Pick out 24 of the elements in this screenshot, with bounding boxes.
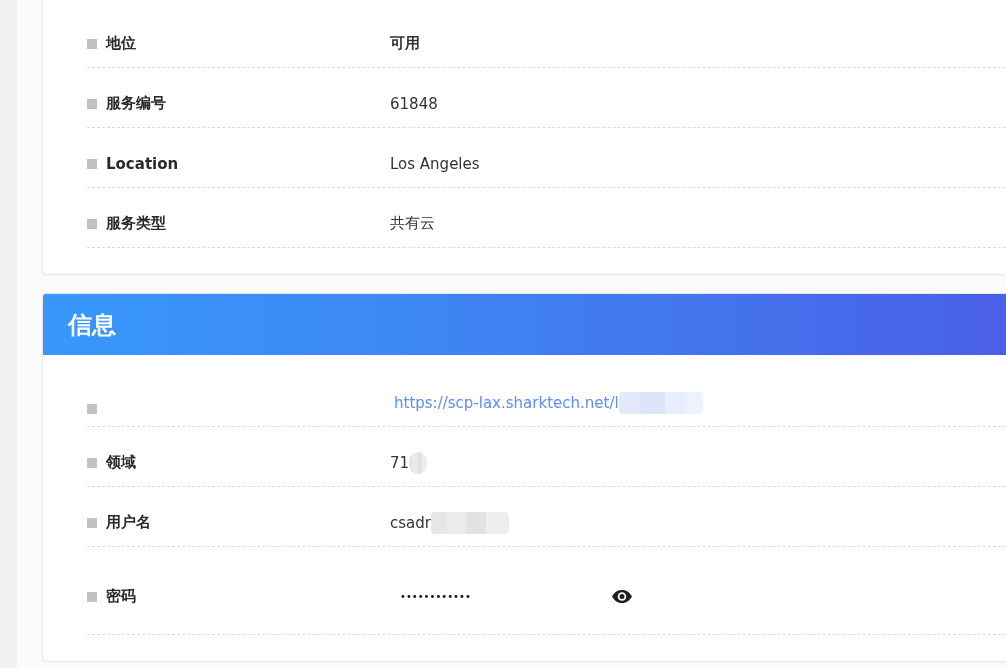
field-value: 71 [390, 453, 410, 472]
square-bullet-icon [87, 98, 97, 109]
field-label: 领域 [106, 453, 136, 472]
square-bullet-icon [87, 457, 97, 468]
square-bullet-icon [87, 158, 97, 169]
field-label: 服务类型 [106, 214, 166, 233]
field-value: 共有云 [390, 214, 435, 233]
square-bullet-icon [87, 38, 97, 49]
eye-icon[interactable] [612, 590, 632, 603]
field-value: csadr [390, 513, 431, 532]
field-value: 61848 [390, 94, 438, 113]
card-title: 信息 [68, 309, 116, 341]
square-bullet-icon [87, 591, 97, 602]
field-value: 可用 [390, 34, 420, 53]
square-bullet-icon [87, 218, 97, 229]
field-label: 用户名 [106, 513, 151, 532]
field-label: 密码 [106, 587, 136, 606]
field-label: 地位 [106, 34, 136, 53]
field-value: Los Angeles [390, 154, 480, 173]
square-bullet-icon [87, 517, 97, 528]
square-bullet-icon [87, 403, 97, 414]
field-label: 服务编号 [106, 94, 166, 113]
field-label: Location [106, 154, 179, 173]
password-field[interactable]: •••••••••••• [390, 585, 600, 608]
